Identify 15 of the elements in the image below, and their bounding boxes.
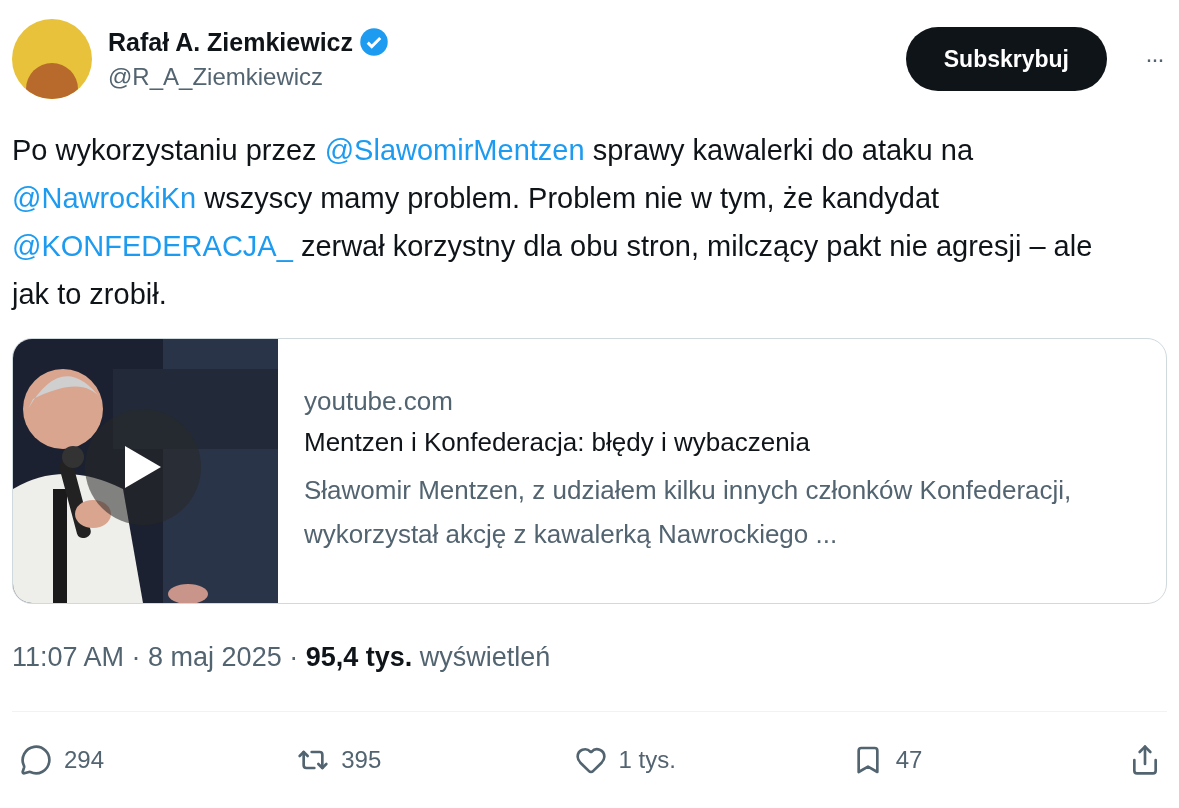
repost-button[interactable]: 395 xyxy=(297,744,418,776)
like-button[interactable]: 1 tys. xyxy=(574,744,695,776)
link-domain: youtube.com xyxy=(304,386,454,417)
more-button[interactable]: ··· xyxy=(1141,45,1167,73)
speech-bubble-icon xyxy=(20,744,52,776)
tweet-meta: 11:07 AM · 8 maj 2025 · 95,4 tys. wyświetleń xyxy=(12,642,552,673)
link-title: Mentzen i Konfederacja: błędy i wybaczenia xyxy=(304,427,811,458)
reply-button[interactable]: 294 xyxy=(20,744,140,776)
author-handle[interactable]: @R_A_Ziemkiewicz xyxy=(108,63,890,91)
link-card[interactable]: youtube.com Mentzen i Konfederacja: błędy i wybaczenia Sławomir Mentzen, z udziałem kilku innych członków Konfederacji, wykorzystał akcję z kawalerką Nawrockiego ... xyxy=(12,338,1167,604)
link-description: Sławomir Mentzen, z udziałem kilku innych członków Konfederacji, wykorzystał akcję z kawalerką Nawrockiego ... xyxy=(304,474,1073,551)
subscribe-button[interactable]: Subskrybuj xyxy=(905,27,1107,91)
tweet-text: Po wykorzystaniu przez @SlawomirMentzen sprawy kawalerki do ataku na @NawrockiKn wszyscy mamy problem. Problem nie w tym, że kandydat @KONFEDERACJA_ zerwał korzystny dla obu stron, milczący pakt nie agresji – ale jak to zrobił. xyxy=(12,133,1094,312)
author-name[interactable]: Rafał A. Ziemkiewicz xyxy=(108,27,353,57)
bookmark-button[interactable]: 47 xyxy=(851,744,972,776)
